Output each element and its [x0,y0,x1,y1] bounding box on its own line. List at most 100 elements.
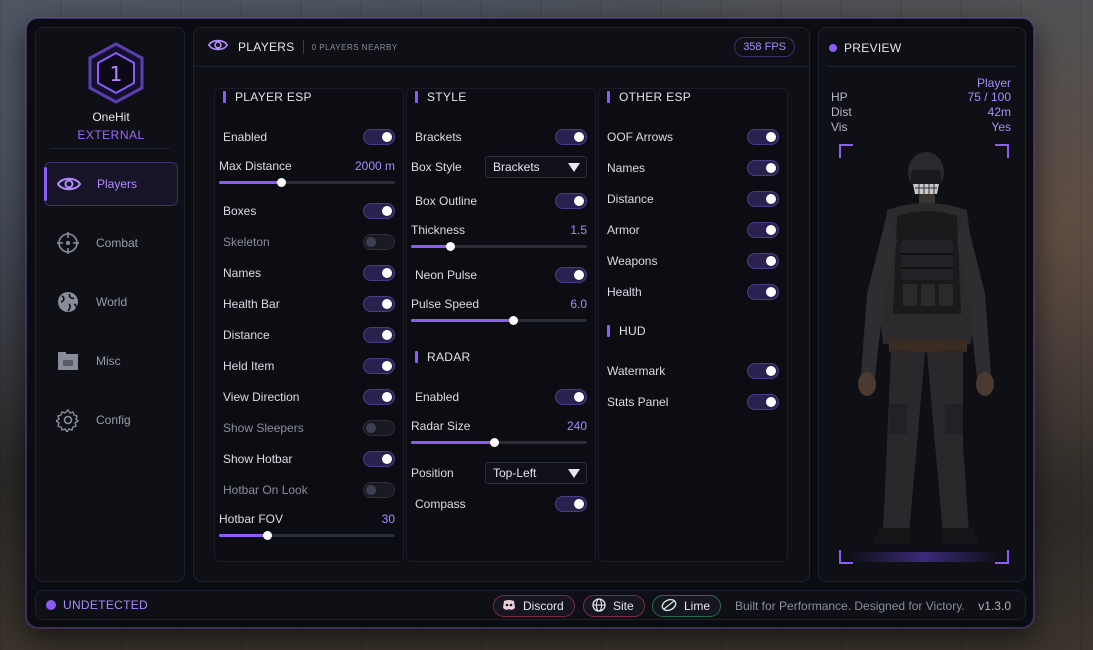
slider-knob[interactable] [509,316,519,325]
sidebar-item-label: Config [96,413,131,427]
health-toggle[interactable] [747,284,779,300]
slider-knob[interactable] [489,438,499,447]
sidebar-item-world[interactable]: World [44,280,178,324]
version-label: v1.3.0 [978,599,1011,613]
sidebar-item-misc[interactable]: Misc [44,339,178,383]
thickness-slider[interactable] [411,242,587,251]
slider-value: 240 [566,419,587,433]
content-header: PLAYERS 0 PLAYERS NEARBY 358 FPS [194,28,809,66]
toggle-label: Box Outline [415,194,478,208]
discord-button[interactable]: Discord [493,595,575,617]
sidebar-item-label: Players [97,177,138,191]
position-select[interactable]: Top-Left [485,462,587,484]
other-esp-panel: OTHER ESP OOF Arrows Names Distance Armor We… [598,88,788,562]
toggle-label: Stats Panel [607,395,669,409]
player-model-preview [839,144,1009,564]
status-dot [829,44,837,52]
neon-pulse-row: Neon Pulse [415,265,587,285]
chevron-down-icon [568,468,580,478]
toggle-label: Weapons [607,254,658,268]
slider-label: Thickness [411,223,466,237]
armor-toggle[interactable] [747,222,779,238]
page-title: PLAYERS [238,40,295,54]
style-panel: STYLE Brackets Box Style Brackets Box Ou… [406,88,596,562]
stat-dist: Dist 42m [831,105,1011,119]
radar-size-label-row: Radar Size 240 [411,419,587,435]
distance-toggle[interactable] [747,191,779,207]
hotbar-fov-label-row: Hotbar FOV 30 [219,512,395,528]
pulse-speed-slider[interactable] [411,316,587,325]
radar-enabled-toggle[interactable] [555,389,587,405]
sidebar-item-label: Misc [96,354,121,368]
section-title-radar: RADAR [415,350,471,364]
box-outline-toggle[interactable] [555,193,587,209]
slider-value: 1.5 [570,223,587,237]
pulse-speed-label-row: Pulse Speed 6.0 [411,297,587,313]
globe-icon [592,597,606,615]
radar-size-slider[interactable] [411,438,587,447]
box-style-select[interactable]: Brackets [485,156,587,178]
boxes-toggle[interactable] [363,203,395,219]
compass-toggle[interactable] [555,496,587,512]
main-content: PLAYERS 0 PLAYERS NEARBY 358 FPS PLAYER … [193,27,810,582]
toggle-label: Health Bar [223,297,280,311]
player-esp-panel: PLAYER ESP Enabled Max Distance 2000 m B… [214,88,404,562]
hotbar-on-look-toggle[interactable] [363,482,395,498]
names-toggle[interactable] [747,160,779,176]
toggle-label: Hotbar On Look [223,483,308,497]
soldier-model-image [858,152,994,544]
stat-key: Vis [831,120,848,134]
sidebar-item-config[interactable]: Config [44,398,178,442]
enabled-row: Enabled [223,127,395,147]
toggle-label: Names [607,161,646,175]
view-direction-toggle[interactable] [363,389,395,405]
select-value: Brackets [493,160,540,174]
tagline: Built for Performance. Designed for Vict… [735,599,965,613]
brackets-toggle[interactable] [555,129,587,145]
distance-toggle[interactable] [363,327,395,343]
logo-number: 1 [110,62,123,86]
weapons-toggle[interactable] [747,253,779,269]
slider-knob[interactable] [445,242,455,251]
neon-pulse-toggle[interactable] [555,267,587,283]
fps-badge: 358 FPS [734,37,795,57]
health-bar-toggle[interactable] [363,296,395,312]
hotbar-on-look-row: Hotbar On Look [223,480,395,500]
section-title-text: OTHER ESP [619,90,692,104]
slider-knob[interactable] [276,178,286,187]
gear-icon [56,408,80,432]
select-value: Top-Left [493,466,537,480]
boxes-row: Boxes [223,201,395,221]
eye-icon [207,38,229,57]
header-separator [302,40,304,54]
sidebar-item-combat[interactable]: Combat [44,221,178,265]
names-toggle[interactable] [363,265,395,281]
names-row: Names [607,158,779,178]
hotbar-fov-slider[interactable] [219,531,395,540]
oof-arrows-toggle[interactable] [747,129,779,145]
max-distance-slider[interactable] [219,178,395,187]
held-item-row: Held Item [223,356,395,376]
show-hotbar-toggle[interactable] [363,451,395,467]
model-glow [849,552,999,562]
toggle-label: View Direction [223,390,300,404]
sidebar-divider [50,148,170,149]
show-sleepers-toggle[interactable] [363,420,395,436]
lime-button[interactable]: Lime [652,595,722,617]
slider-knob[interactable] [262,531,272,540]
brand-subtitle: EXTERNAL [77,128,145,142]
stat-vis: Vis Yes [831,120,1011,134]
stats-panel-toggle[interactable] [747,394,779,410]
slider-fill [219,181,281,184]
section-title-style: STYLE [415,90,467,104]
watermark-toggle[interactable] [747,363,779,379]
select-label: Position [411,466,454,480]
skeleton-toggle[interactable] [363,234,395,250]
sidebar-item-players[interactable]: Players [44,162,178,206]
held-item-toggle[interactable] [363,358,395,374]
enabled-toggle[interactable] [363,129,395,145]
preview-divider [827,66,1017,67]
slider-fill [411,245,450,248]
preview-title: PREVIEW [829,41,901,55]
site-button[interactable]: Site [583,595,645,617]
